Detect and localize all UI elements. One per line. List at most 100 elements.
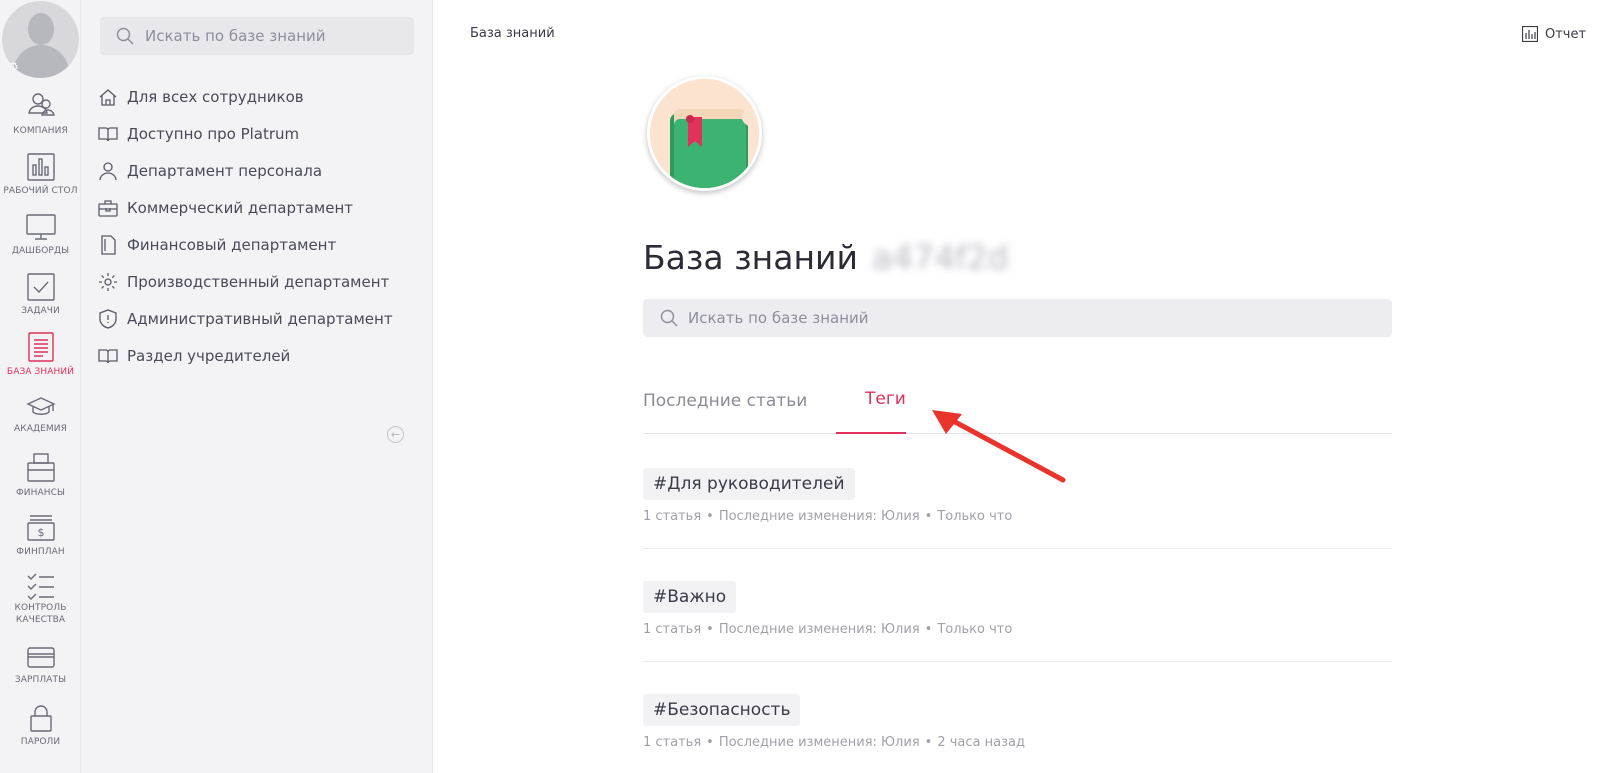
tag-time: Только что xyxy=(937,622,1013,637)
search-icon xyxy=(660,309,678,327)
active-tab-underline xyxy=(836,432,906,434)
green-book-icon xyxy=(650,79,759,188)
knowledge-base-logo xyxy=(647,76,762,191)
tag-article-count: 1 статья xyxy=(643,509,702,524)
sidebar-item-founders[interactable]: Раздел учредителей xyxy=(98,337,393,374)
svg-text:$: $ xyxy=(37,526,44,539)
report-button[interactable]: Отчет xyxy=(1522,26,1586,42)
rail-item-dashboards[interactable]: ДАШБОРДЫ xyxy=(0,213,81,257)
graduation-cap-icon xyxy=(25,397,56,415)
sidebar-sections: Для всех сотрудников Доступно про Platru… xyxy=(98,78,393,374)
tag-last-changes: Последние изменения: Юлия xyxy=(718,622,920,637)
rail-item-salaries[interactable]: ЗАРПЛАТЫ xyxy=(0,646,81,686)
tag-chip[interactable]: #Важно xyxy=(643,581,737,613)
settings-gear-icon[interactable]: ⚙ xyxy=(8,61,20,73)
sidebar-item-hr[interactable]: Департамент персонала xyxy=(98,152,393,189)
rail-label: АКАДЕМИЯ xyxy=(14,424,67,434)
tag-article-count: 1 статья xyxy=(643,622,702,637)
rail-item-quality-control[interactable]: КОНТРОЛЬ КАЧЕСТВА xyxy=(0,572,81,626)
sidebar-item-label: Департамент персонала xyxy=(127,161,323,180)
home-icon xyxy=(99,88,117,106)
page-title-text: База знаний xyxy=(643,238,858,277)
rail-label: ДАШБОРДЫ xyxy=(11,246,70,256)
sidebar-item-label: Коммерческий департамент xyxy=(127,198,354,217)
sidebar-item-label: Доступно про Platrum xyxy=(127,124,300,143)
rail-label-line2: КАЧЕСТВА xyxy=(15,615,66,625)
shield-icon xyxy=(99,308,117,329)
rail-item-finance[interactable]: ФИНАНСЫ xyxy=(0,453,81,499)
sidebar-item-finance[interactable]: Финансовый департамент xyxy=(98,226,393,263)
monitor-icon xyxy=(25,214,56,240)
rail-item-tasks[interactable]: ЗАДАЧИ xyxy=(0,273,81,317)
rail-item-academy[interactable]: АКАДЕМИЯ xyxy=(0,395,81,435)
people-icon xyxy=(27,93,55,116)
card-icon xyxy=(26,647,55,668)
tag-chip[interactable]: #Для руководителей xyxy=(643,468,855,500)
lock-icon xyxy=(29,705,52,732)
app-rail: ⚙ КОМПАНИЯ РАБОЧИЙ СТОЛ ДАШБОРДЫ ЗАДАЧИ … xyxy=(0,0,81,773)
tag-time: 2 часа назад xyxy=(937,735,1025,750)
sidebar-item-platrum[interactable]: Доступно про Platrum xyxy=(98,115,393,152)
book-icon xyxy=(98,126,118,141)
rail-item-passwords[interactable]: ПАРОЛИ xyxy=(0,704,81,748)
main-search-input[interactable]: Искать по базе знаний xyxy=(643,299,1392,337)
file-icon xyxy=(101,234,116,255)
search-icon xyxy=(116,27,134,45)
tag-last-changes: Последние изменения: Юлия xyxy=(718,509,920,524)
sidebar-item-all-employees[interactable]: Для всех сотрудников xyxy=(98,78,393,115)
rail-label-line1: КОНТРОЛЬ xyxy=(14,603,67,613)
tag-meta: 1 статья • Последние изменения: Юлия • Тольк… xyxy=(643,622,1013,637)
wallet-icon xyxy=(26,453,55,482)
rail-label: КОМПАНИЯ xyxy=(13,126,68,136)
sidebar-item-commercial[interactable]: Коммерческий департамент xyxy=(98,189,393,226)
report-label: Отчет xyxy=(1545,26,1587,42)
tag-last-changes: Последние изменения: Юлия xyxy=(718,735,920,750)
rail-label: ЗАРПЛАТЫ xyxy=(14,675,67,685)
tag-meta: 1 статья • Последние изменения: Юлия • Тольк… xyxy=(643,509,1013,524)
blurred-company-id: a474f2d xyxy=(871,238,1009,277)
money-icon: $ xyxy=(26,515,55,541)
tag-meta: 1 статья • Последние изменения: Юлия • 2 час… xyxy=(643,735,1025,750)
avatar[interactable]: ⚙ xyxy=(2,1,79,78)
briefcase-icon xyxy=(98,199,118,217)
sidebar-item-administrative[interactable]: Административный департамент xyxy=(98,300,393,337)
page-title: База знаний a474f2d xyxy=(643,238,1009,277)
sidebar-item-label: Финансовый департамент xyxy=(127,235,337,254)
document-icon xyxy=(27,332,54,362)
tag-article-count: 1 статья xyxy=(643,735,702,750)
tag-chip[interactable]: #Безопасность xyxy=(643,694,801,726)
tag-row[interactable]: #Для руководителей 1 статья • Последние из… xyxy=(643,468,1392,549)
tab-tags[interactable]: Теги xyxy=(865,389,906,409)
checkbox-icon xyxy=(26,273,55,301)
tab-recent-articles[interactable]: Последние статьи xyxy=(643,391,807,411)
checklist-icon xyxy=(27,573,54,600)
collapse-sidebar-icon[interactable]: ← xyxy=(387,426,404,443)
breadcrumb[interactable]: База знаний xyxy=(470,26,555,41)
tag-row[interactable]: #Важно 1 статья • Последние изменения: Юли… xyxy=(643,581,1392,662)
tag-row[interactable]: #Безопасность 1 статья • Последние изменен… xyxy=(643,694,1392,773)
sidebar-item-label: Раздел учредителей xyxy=(127,346,291,365)
rail-label: БАЗА ЗНАНИЙ xyxy=(6,367,75,377)
report-chart-icon xyxy=(1522,26,1538,42)
rail-item-company[interactable]: КОМПАНИЯ xyxy=(0,91,81,137)
tag-time: Только что xyxy=(937,509,1013,524)
sidebar-search-input[interactable]: Искать по базе знаний xyxy=(100,17,414,55)
gear-icon xyxy=(99,272,117,291)
sidebar-item-label: Производственный департамент xyxy=(127,272,390,291)
bar-chart-icon xyxy=(26,153,55,181)
rail-label: ЗАДАЧИ xyxy=(21,306,60,316)
book-icon xyxy=(98,348,118,363)
rail-label: ФИНАНСЫ xyxy=(15,488,66,498)
rail-label: РАБОЧИЙ СТОЛ xyxy=(3,186,78,196)
rail-item-desktop[interactable]: РАБОЧИЙ СТОЛ xyxy=(0,153,81,197)
sidebar-item-label: Административный департамент xyxy=(127,309,393,328)
main-search-placeholder: Искать по базе знаний xyxy=(688,309,869,327)
rail-item-knowledge-base[interactable]: БАЗА ЗНАНИЙ xyxy=(0,332,81,378)
sidebar-item-label: Для всех сотрудников xyxy=(127,87,304,106)
rail-label: ФИНПЛАН xyxy=(16,547,65,557)
rail-item-finplan[interactable]: $ ФИНПЛАН xyxy=(0,514,81,558)
sidebar-search-placeholder: Искать по базе знаний xyxy=(145,27,326,45)
knowledge-base-sidebar: Искать по базе знаний Для всех сотрудник… xyxy=(81,0,433,773)
rail-label: ПАРОЛИ xyxy=(20,737,61,747)
sidebar-item-production[interactable]: Производственный департамент xyxy=(98,263,393,300)
